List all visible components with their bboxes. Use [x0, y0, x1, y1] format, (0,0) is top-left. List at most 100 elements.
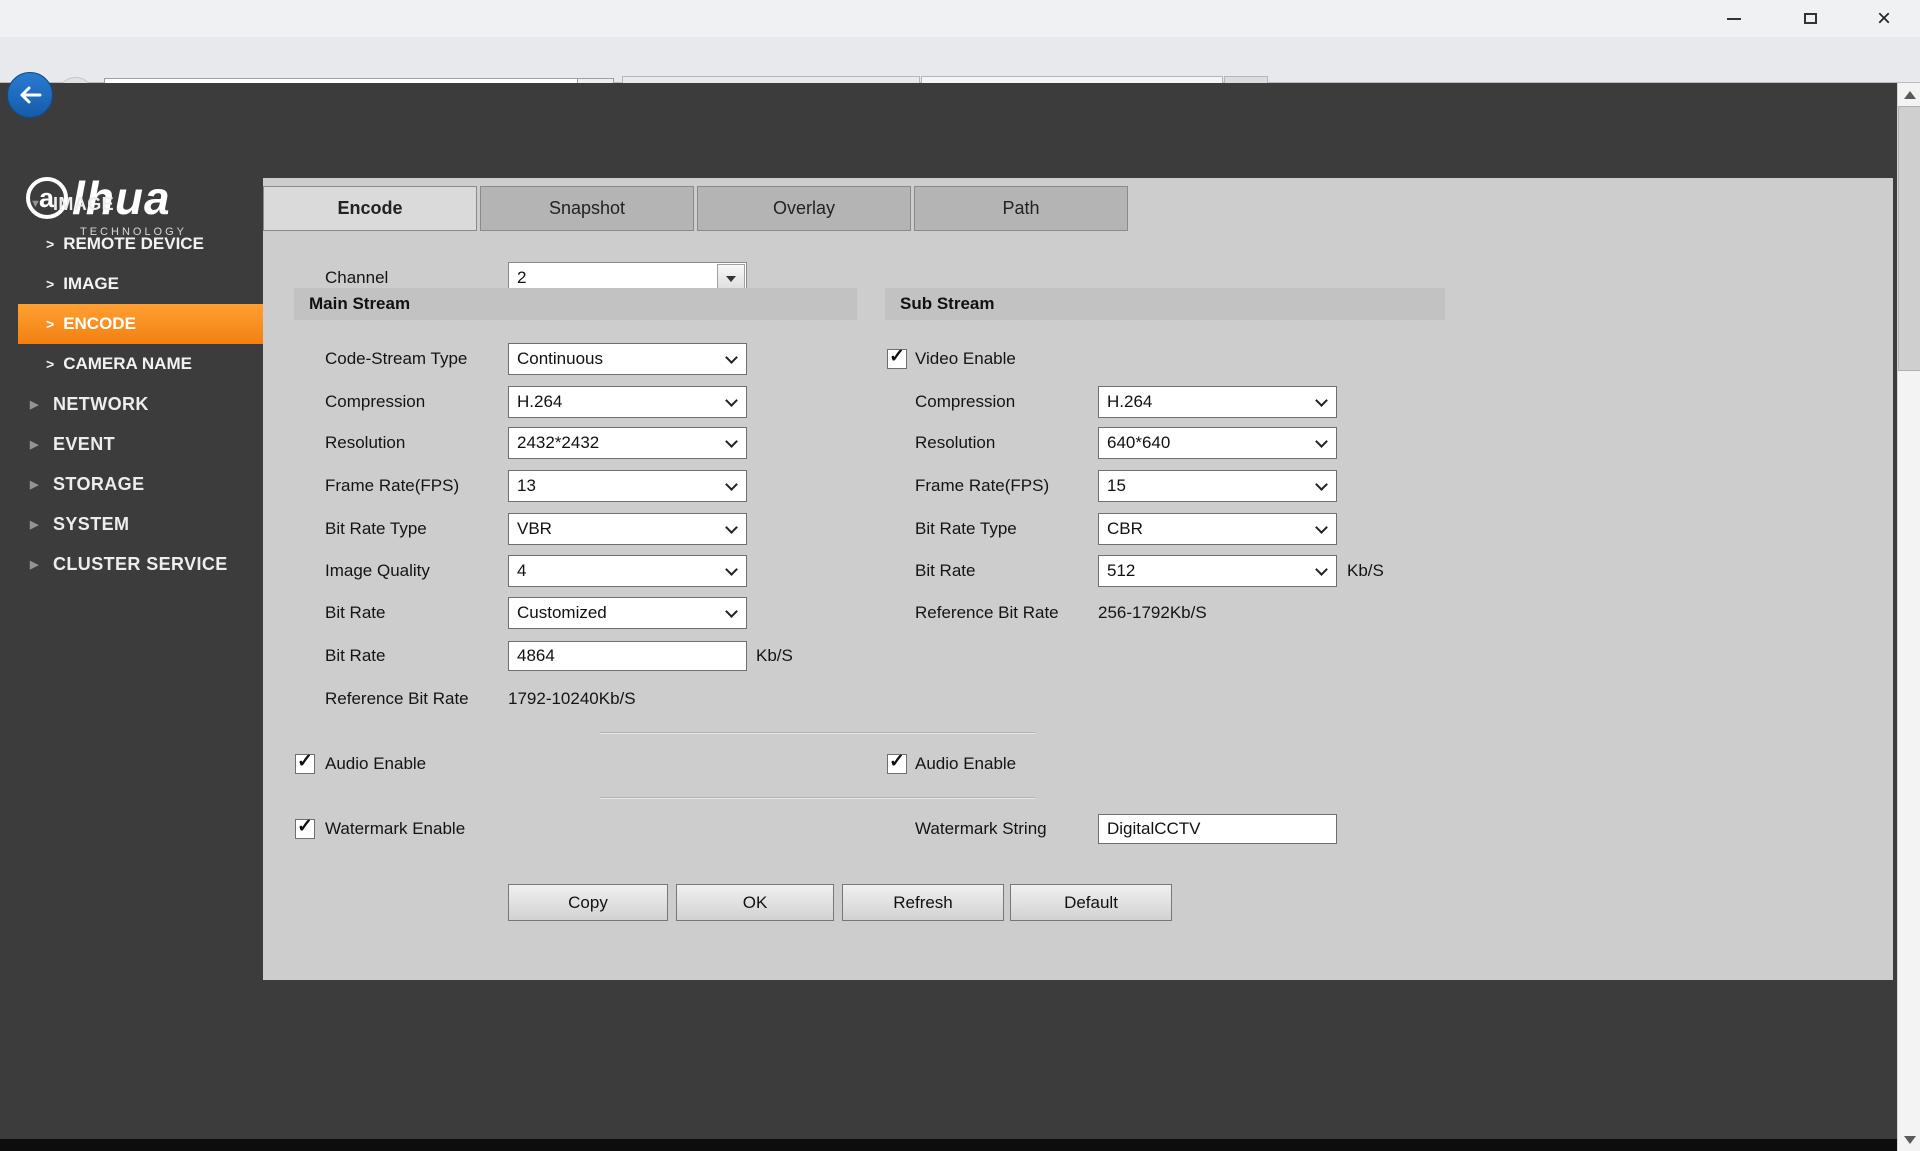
divider — [600, 797, 1035, 798]
checkmark-icon: ✓ — [889, 751, 905, 772]
sidebar-item-remote-device[interactable]: > REMOTE DEVICE — [0, 224, 263, 264]
main-audio-enable-checkbox[interactable]: ✓ — [295, 754, 315, 774]
tab-snapshot[interactable]: Snapshot — [480, 186, 694, 231]
sub-bit-rate-type-select[interactable]: CBR — [1098, 513, 1337, 545]
select-value: CBR — [1107, 519, 1143, 539]
sidebar-item-storage[interactable]: ▶ STORAGE — [0, 464, 263, 504]
chevron-right-icon: > — [46, 276, 54, 292]
sub-frame-rate-select[interactable]: 15 — [1098, 470, 1337, 502]
tab-path[interactable]: Path — [914, 186, 1128, 231]
maximize-icon — [1804, 13, 1817, 24]
scroll-down-button[interactable] — [1898, 1128, 1920, 1151]
app-header: alhua TECHNOLOGY PREVIEW PLAYBACK SMART … — [0, 83, 1897, 178]
sub-resolution-label: Resolution — [915, 427, 995, 459]
close-icon: × — [1877, 0, 1891, 37]
tab-overlay[interactable]: Overlay — [697, 186, 911, 231]
main-stream-header: Main Stream — [294, 288, 857, 320]
watermark-enable-label: Watermark Enable — [325, 813, 465, 845]
sub-bit-rate-select[interactable]: 512 — [1098, 555, 1337, 587]
sub-audio-enable-label: Audio Enable — [915, 748, 1016, 780]
checkmark-icon: ✓ — [297, 816, 313, 837]
sub-compression-label: Compression — [915, 386, 1015, 418]
select-value: 4 — [517, 561, 526, 581]
sidebar-sub-label: CAMERA NAME — [63, 354, 192, 374]
image-quality-select[interactable]: 4 — [508, 555, 747, 587]
sidebar-sub-label: REMOTE DEVICE — [63, 234, 204, 254]
main-bit-rate-mode-label: Bit Rate — [325, 597, 385, 629]
main-bit-rate-type-label: Bit Rate Type — [325, 513, 427, 545]
select-value: 2 — [517, 268, 526, 288]
sidebar-item-image-group[interactable]: ▼ IMAGE — [0, 184, 263, 224]
chevron-down-icon — [1315, 521, 1328, 534]
watermark-string-label: Watermark String — [915, 813, 1047, 845]
main-reference-bit-rate-label: Reference Bit Rate — [325, 683, 469, 715]
chevron-down-icon — [725, 394, 738, 407]
select-value: 2432*2432 — [517, 433, 599, 453]
scrollbar-thumb[interactable] — [1898, 106, 1920, 371]
chevron-right-icon: > — [46, 356, 54, 372]
triangle-right-icon: ▶ — [30, 558, 42, 571]
scroll-up-button[interactable] — [1898, 83, 1920, 106]
code-stream-type-select[interactable]: Continuous — [508, 343, 747, 375]
browser-back-button[interactable] — [7, 72, 53, 118]
main-resolution-select[interactable]: 2432*2432 — [508, 427, 747, 459]
select-value: 640*640 — [1107, 433, 1170, 453]
main-reference-bit-rate-value: 1792-10240Kb/S — [508, 683, 636, 715]
sidebar-sub-label: IMAGE — [63, 274, 119, 294]
sidebar-item-network[interactable]: ▶ NETWORK — [0, 384, 263, 424]
window-maximize-button[interactable] — [1782, 0, 1838, 37]
back-arrow-icon — [18, 85, 42, 105]
content-panel: Encode Snapshot Overlay Path Channel 2 M… — [263, 178, 1893, 980]
sidebar-group-label: STORAGE — [53, 474, 144, 495]
main-frame-rate-select[interactable]: 13 — [508, 470, 747, 502]
browser-toolbar: http://172.16.13.100/ ↻ e Setup CONFIG ×… — [0, 37, 1920, 83]
video-enable-checkbox[interactable]: ✓ — [887, 349, 907, 369]
chevron-down-icon — [725, 521, 738, 534]
main-bit-rate-type-select[interactable]: VBR — [508, 513, 747, 545]
select-value: H.264 — [1107, 392, 1152, 412]
select-value: 13 — [517, 476, 536, 496]
copy-button[interactable]: Copy — [508, 884, 668, 921]
sub-compression-select[interactable]: H.264 — [1098, 386, 1337, 418]
sub-audio-enable-checkbox[interactable]: ✓ — [887, 754, 907, 774]
main-frame-rate-label: Frame Rate(FPS) — [325, 470, 459, 502]
tab-encode[interactable]: Encode — [263, 186, 477, 231]
sidebar-item-cluster-service[interactable]: ▶ CLUSTER SERVICE — [0, 544, 263, 584]
sidebar-item-event[interactable]: ▶ EVENT — [0, 424, 263, 464]
checkmark-icon: ✓ — [297, 751, 313, 772]
default-button[interactable]: Default — [1010, 884, 1172, 921]
refresh-button[interactable]: Refresh — [842, 884, 1004, 921]
sidebar-item-camera-name[interactable]: > CAMERA NAME — [0, 344, 263, 384]
sub-resolution-select[interactable]: 640*640 — [1098, 427, 1337, 459]
select-value: 15 — [1107, 476, 1126, 496]
ok-button[interactable]: OK — [676, 884, 834, 921]
window-titlebar[interactable]: × — [0, 0, 1920, 37]
chevron-down-icon — [725, 563, 738, 576]
select-value: VBR — [517, 519, 552, 539]
sub-stream-header: Sub Stream — [885, 288, 1445, 320]
window-close-button[interactable]: × — [1856, 0, 1912, 37]
sidebar-sub-label: ENCODE — [63, 314, 136, 334]
minimize-icon — [1727, 18, 1741, 20]
chevron-down-icon — [1315, 563, 1328, 576]
main-bit-rate-input[interactable] — [508, 641, 747, 671]
encode-subtabs: Encode Snapshot Overlay Path — [263, 186, 1128, 231]
page-scrollbar[interactable] — [1897, 83, 1920, 1151]
chevron-right-icon: > — [46, 316, 54, 332]
image-quality-label: Image Quality — [325, 555, 430, 587]
select-value: 512 — [1107, 561, 1135, 581]
sub-bit-rate-type-label: Bit Rate Type — [915, 513, 1017, 545]
watermark-enable-checkbox[interactable]: ✓ — [295, 819, 315, 839]
triangle-up-icon — [1904, 91, 1916, 99]
sidebar-item-image[interactable]: > IMAGE — [0, 264, 263, 304]
chevron-down-icon — [1315, 478, 1328, 491]
triangle-right-icon: ▶ — [30, 398, 42, 411]
sidebar-item-encode[interactable]: > ENCODE — [18, 304, 263, 344]
main-compression-select[interactable]: H.264 — [508, 386, 747, 418]
window-minimize-button[interactable] — [1706, 0, 1762, 37]
sidebar-item-system[interactable]: ▶ SYSTEM — [0, 504, 263, 544]
watermark-string-input[interactable] — [1098, 814, 1337, 844]
triangle-down-icon — [1904, 1136, 1916, 1144]
main-bit-rate-mode-select[interactable]: Customized — [508, 597, 747, 629]
main-bit-rate-unit: Kb/S — [756, 640, 793, 672]
